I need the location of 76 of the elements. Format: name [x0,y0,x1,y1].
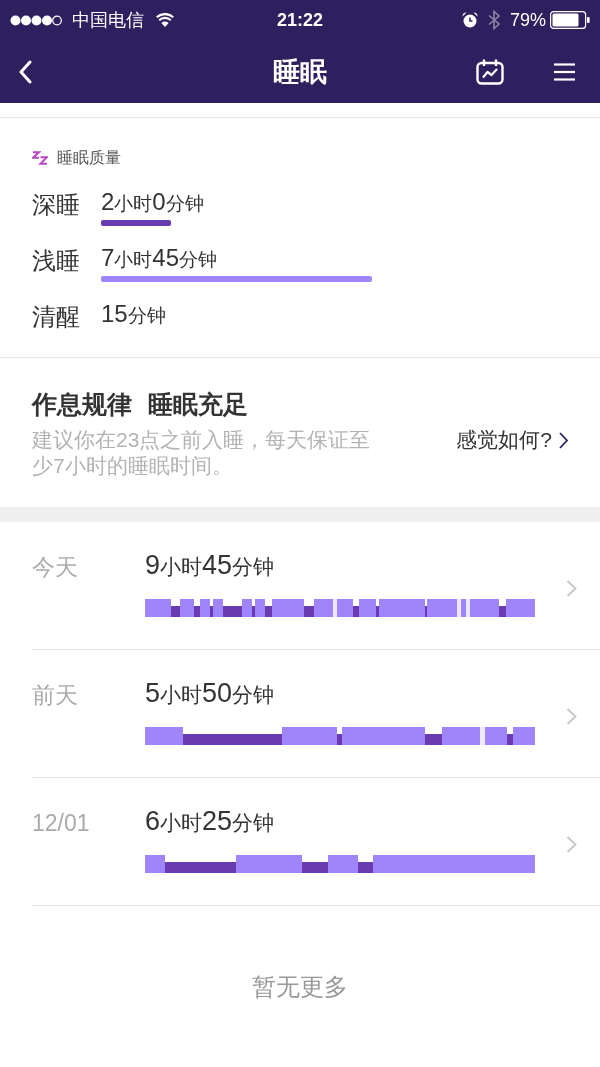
menu-icon[interactable] [554,62,575,81]
deep-sleep-segment [252,606,256,617]
record-duration: 5小时50分钟 [145,678,275,708]
advice-text: 建议你在23点之前入睡，每天保证至少7小时的睡眠时间。 [32,427,372,479]
deep-sleep-segment [337,734,343,745]
bluetooth-icon [487,10,500,30]
light-sleep-segment [427,599,457,617]
deep-sleep-segment [425,734,442,745]
deep-sleep-segment [303,606,314,617]
light-sleep-segment [282,727,338,745]
light-sleep-segment [145,855,166,873]
light-sleep-segment [271,599,304,617]
record-date: 12/01 [32,809,91,838]
stage-label: 清醒 [32,302,81,332]
light-sleep-segment [337,599,353,617]
deep-sleep-segment [223,606,243,617]
signal-icon [10,14,62,26]
record-duration: 6小时25分钟 [145,806,275,836]
stage-duration: 2小时0分钟 [101,187,204,217]
battery-icon [550,11,590,29]
light-sleep-segment [485,727,508,745]
clock-time: 21:22 [277,9,323,31]
deep-sleep-segment [375,606,379,617]
alarm-clock-icon [461,12,478,28]
sleep-icon [32,151,48,165]
light-sleep-segment [200,599,210,617]
deep-sleep-segment [499,606,506,617]
stage-duration: 7小时45分钟 [101,243,218,273]
light-sleep-segment [460,599,466,617]
deep-sleep-segment [358,862,374,873]
page-title: 睡眠 [273,55,327,89]
light-sleep-segment [255,599,266,617]
chevron-icon [559,431,568,449]
awake-segment [466,599,470,617]
light-sleep-segment [505,599,535,617]
stage-label: 深睡 [32,190,81,220]
deep-sleep-segment [265,606,272,617]
carrier-name: 中国电信 [72,9,144,31]
awake-segment [332,599,338,617]
light-sleep-segment [242,599,253,617]
record-date: 今天 [32,553,79,582]
light-sleep-segment [313,599,333,617]
calendar-chart-icon[interactable] [476,58,504,85]
stage-duration: 15分钟 [101,299,166,329]
stage-label: 浅睡 [32,246,81,276]
back-icon [18,59,32,84]
light-sleep-segment [441,727,481,745]
battery-percentage: 79% [509,9,546,31]
light-sleep-segment [512,727,535,745]
awake-segment [456,599,461,617]
back-button[interactable] [18,59,32,84]
light-sleep-segment [470,599,500,617]
light-sleep-segment [378,599,425,617]
wifi-icon [156,13,174,27]
deep-sleep-segment [209,606,213,617]
deep-sleep-segment [165,862,237,873]
light-sleep-segment [212,599,224,617]
light-sleep-segment [359,599,376,617]
feedback-link[interactable]: 感觉如何? [456,427,568,453]
record-date: 前天 [32,681,79,710]
deep-sleep-segment [507,734,513,745]
record-duration: 9小时45分钟 [145,550,275,580]
deep-sleep-segment [302,862,328,873]
deep-sleep-segment [424,606,428,617]
advice-title: 作息规律 睡眠充足 [32,389,249,420]
deep-sleep-segment [170,606,181,617]
light-sleep-segment [180,599,195,617]
section-title: 睡眠质量 [57,148,121,168]
deep-sleep-segment [194,606,201,617]
awake-segment [480,727,486,745]
light-sleep-segment [145,727,184,745]
no-more-text: 暂无更多 [252,972,348,1002]
light-sleep-segment [145,599,171,617]
light-sleep-segment [236,855,303,873]
deep-sleep-segment [353,606,360,617]
light-sleep-segment [327,855,359,873]
